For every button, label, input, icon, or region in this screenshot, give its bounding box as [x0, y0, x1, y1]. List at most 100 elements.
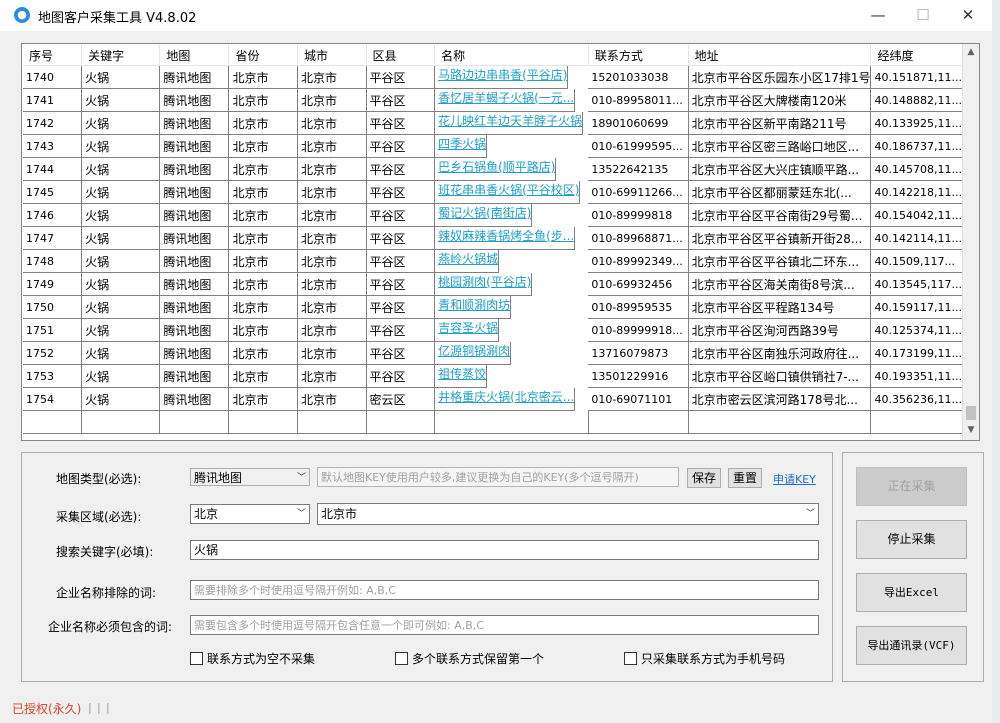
table-row[interactable]: 1748 火锅 腾讯地图 北京市 北京市 平谷区 燕岭火锅城 010-89992349... 北… — [23, 249, 963, 273]
grid-vertical-scrollbar[interactable]: ▲ ▼ — [962, 44, 979, 440]
skip-empty-contact-label: 联系方式为空不采集 — [207, 652, 316, 666]
table-row[interactable]: 1752 火锅 腾讯地图 北京市 北京市 平谷区 亿源铜锅涮肉 13716079873 北京市平… — [23, 341, 963, 365]
cell-district: 平谷区 — [366, 134, 436, 158]
mobile-only-label: 只采集联系方式为手机号码 — [641, 652, 786, 666]
exclude-words-input[interactable]: 需要排除多个时使用逗号隔开例如: A,B,C — [190, 580, 819, 600]
table-row[interactable]: 1751 火锅 腾讯地图 北京市 北京市 平谷区 吉容圣火锅 010-89999918... 北… — [23, 318, 963, 342]
table-row-empty — [23, 410, 963, 434]
cell-address: 北京市平谷区平程路134号 — [688, 295, 872, 319]
cell-province: 北京市 — [228, 272, 298, 296]
cell-name[interactable]: 吉容圣火锅 — [435, 318, 500, 342]
include-words-input[interactable]: 需要包含多个时使用逗号隔开包含任意一个即可例如: A,B,C — [190, 615, 819, 635]
cell-name[interactable]: 燕岭火锅城 — [435, 249, 500, 273]
cell-name[interactable]: 辣奴麻辣香锅烤全鱼(步... — [435, 226, 576, 250]
cell-empty — [228, 410, 298, 434]
export-excel-button[interactable]: 导出Excel — [856, 573, 967, 612]
table-row[interactable]: 1745 火锅 腾讯地图 北京市 北京市 平谷区 班花串串香火锅(平谷校区) 010-6991… — [23, 180, 963, 204]
scrollbar-thumb[interactable] — [966, 406, 976, 420]
province-select[interactable]: 北京 ﹀ — [190, 504, 310, 524]
cell-name[interactable]: 香忆居羊蝎子火锅(一元... — [435, 88, 576, 112]
maximize-button[interactable]: ☐ — [908, 4, 938, 26]
table-row[interactable]: 1741 火锅 腾讯地图 北京市 北京市 平谷区 香忆居羊蝎子火锅(一元... 010-899… — [23, 88, 963, 112]
license-status: 已授权(永久) — [12, 702, 82, 716]
table-row[interactable]: 1743 火锅 腾讯地图 北京市 北京市 平谷区 四季火锅 010-61999595... 北京… — [23, 134, 963, 158]
skip-empty-contact-checkbox[interactable]: 联系方式为空不采集 — [190, 650, 315, 667]
keep-first-contact-checkbox[interactable]: 多个联系方式保留第一个 — [395, 650, 544, 667]
cell-city: 北京市 — [297, 226, 367, 250]
cell-province: 北京市 — [228, 364, 298, 388]
map-type-select[interactable]: 腾讯地图 ﹀ — [190, 468, 310, 486]
column-header-district[interactable]: 区县 — [366, 45, 436, 66]
cell-address: 北京市平谷区平谷镇新开街28... — [688, 226, 872, 250]
cell-keyword: 火锅 — [81, 341, 161, 365]
cell-name[interactable]: 井格重庆火锅(北京密云... — [435, 387, 576, 411]
map-key-input[interactable]: 默认地图KEY使用用户较多,建议更换为自己的KEY(多个逗号隔开) — [317, 467, 679, 487]
status-separator: | — [88, 701, 92, 714]
column-header-keyword[interactable]: 关键字 — [81, 45, 161, 66]
column-header-map[interactable]: 地图 — [159, 45, 230, 66]
column-header-index[interactable]: 序号 — [23, 45, 83, 66]
cell-keyword: 火锅 — [81, 134, 161, 158]
mobile-only-checkbox[interactable]: 只采集联系方式为手机号码 — [624, 650, 785, 667]
cell-address: 北京市平谷区大牌楼南120米 — [688, 88, 872, 112]
cell-name[interactable]: 四季火锅 — [435, 134, 488, 158]
apply-key-link[interactable]: 申请KEY — [773, 471, 816, 487]
cell-empty — [23, 410, 83, 434]
collecting-button[interactable]: 正在采集 — [856, 467, 967, 506]
cell-name[interactable]: 巴乡石锅鱼(顺平路店) — [435, 157, 557, 181]
reset-key-button[interactable]: 重置 — [728, 468, 762, 488]
save-key-button[interactable]: 保存 — [687, 468, 721, 488]
column-header-province[interactable]: 省份 — [228, 45, 298, 66]
table-row[interactable]: 1753 火锅 腾讯地图 北京市 北京市 平谷区 祖传蒸饺 13501229916 北京市平谷区… — [23, 364, 963, 388]
cell-keyword: 火锅 — [81, 387, 161, 411]
close-button[interactable]: ✕ — [953, 4, 983, 26]
cell-address: 北京市平谷区海关南街8号滨... — [688, 272, 872, 296]
cell-name[interactable]: 亿源铜锅涮肉 — [435, 341, 512, 365]
cell-coordinates: 40.193351,11... — [870, 364, 963, 388]
table-row[interactable]: 1754 火锅 腾讯地图 北京市 北京市 密云区 井格重庆火锅(北京密云... 010-690… — [23, 387, 963, 411]
cell-contact: 010-69071101 — [588, 387, 689, 411]
column-header-name[interactable]: 名称 — [434, 45, 589, 66]
cell-name[interactable]: 蜀记火锅(南街店) — [435, 203, 533, 227]
cell-name[interactable]: 花儿映红羊边天羊脖子火锅 — [435, 111, 584, 135]
cell-name[interactable]: 青和顺涮肉坊 — [435, 295, 512, 319]
table-row[interactable]: 1744 火锅 腾讯地图 北京市 北京市 平谷区 巴乡石锅鱼(顺平路店) 1352264213… — [23, 157, 963, 181]
keyword-input[interactable]: 火锅 — [190, 540, 819, 560]
cell-contact: 15201033038 — [588, 65, 689, 89]
city-select[interactable]: 北京市 ﹀ — [317, 503, 819, 525]
checkbox-box[interactable] — [624, 652, 637, 665]
table-row[interactable]: 1750 火锅 腾讯地图 北京市 北京市 平谷区 青和顺涮肉坊 010-89959535 北京市… — [23, 295, 963, 319]
cell-name[interactable]: 班花串串香火锅(平谷校区) — [435, 180, 581, 204]
checkbox-box[interactable] — [190, 652, 203, 665]
export-vcf-button[interactable]: 导出通讯录(VCF) — [856, 626, 967, 665]
column-header-city[interactable]: 城市 — [297, 45, 367, 66]
table-row[interactable]: 1749 火锅 腾讯地图 北京市 北京市 平谷区 桃园涮肉(平谷店) 010-69932456… — [23, 272, 963, 296]
status-bar: 已授权(永久) | | | — [0, 696, 992, 723]
stop-collect-button[interactable]: 停止采集 — [856, 520, 967, 559]
cell-district: 平谷区 — [366, 203, 436, 227]
table-row[interactable]: 1747 火锅 腾讯地图 北京市 北京市 平谷区 辣奴麻辣香锅烤全鱼(步... 010-899… — [23, 226, 963, 250]
cell-keyword: 火锅 — [81, 88, 161, 112]
minimize-button[interactable]: — — [863, 4, 893, 26]
results-grid[interactable]: 序号 关键字 地图 省份 城市 区县 名称 联系方式 地址 经纬度 1740 火锅… — [21, 43, 980, 441]
cell-address: 北京市密云区滨河路178号北... — [688, 387, 872, 411]
checkbox-box[interactable] — [395, 652, 408, 665]
column-header-contact[interactable]: 联系方式 — [588, 45, 689, 66]
cell-keyword: 火锅 — [81, 364, 161, 388]
table-row[interactable]: 1740 火锅 腾讯地图 北京市 北京市 平谷区 马路边边串串香(平谷店) 152010330… — [23, 65, 963, 89]
cell-name[interactable]: 祖传蒸饺 — [435, 364, 488, 388]
column-header-address[interactable]: 地址 — [688, 45, 872, 66]
cell-empty — [688, 410, 872, 434]
table-row[interactable]: 1742 火锅 腾讯地图 北京市 北京市 平谷区 花儿映红羊边天羊脖子火锅 189010606… — [23, 111, 963, 135]
cell-name[interactable]: 马路边边串串香(平谷店) — [435, 66, 569, 89]
scroll-down-arrow-icon[interactable]: ▼ — [963, 422, 979, 438]
cell-map: 腾讯地图 — [159, 180, 230, 204]
scroll-up-arrow-icon[interactable]: ▲ — [963, 44, 979, 60]
cell-index: 1744 — [23, 157, 83, 181]
cell-name[interactable]: 桃园涮肉(平谷店) — [435, 272, 533, 296]
cell-province: 北京市 — [228, 203, 298, 227]
cell-coordinates: 40.142218,11... — [870, 180, 963, 204]
cell-coordinates: 40.356236,11... — [870, 387, 963, 411]
column-header-coordinates[interactable]: 经纬度 — [870, 45, 963, 66]
table-row[interactable]: 1746 火锅 腾讯地图 北京市 北京市 平谷区 蜀记火锅(南街店) 010-89999818… — [23, 203, 963, 227]
